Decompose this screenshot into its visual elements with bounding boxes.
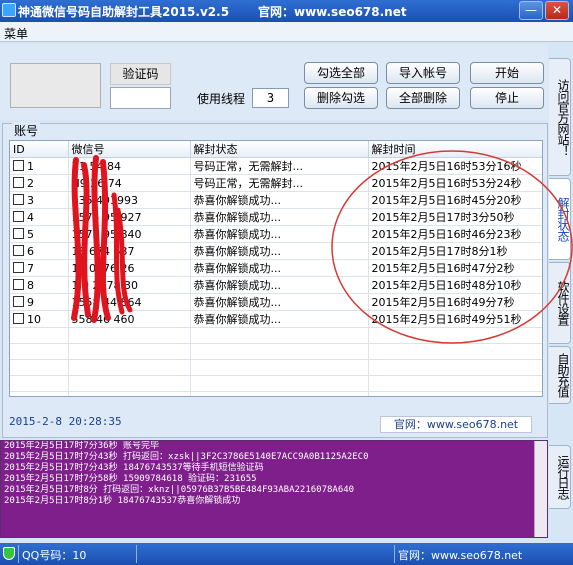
column-header-time[interactable]: 解封时间 bbox=[368, 141, 542, 158]
column-header-id[interactable]: ID bbox=[10, 141, 69, 158]
log-line: 2015年2月5日17时7分43秒 打码返回：xzsk||3F2C3786E51… bbox=[4, 452, 369, 462]
window-title: 神通微信号码自助解封工具2015.v2.5 bbox=[18, 5, 230, 19]
table-row-empty bbox=[10, 375, 542, 392]
delete-all-button[interactable]: 全部删除 bbox=[386, 87, 460, 109]
threads-label: 使用线程 bbox=[197, 92, 246, 106]
accounts-table[interactable]: ID 微信号 解封状态 解封时间 1 X1 54 84 号码正常，无需解封... 20… bbox=[9, 140, 543, 397]
table-row[interactable]: 5 1575 95 840 恭喜你解锁成功... 2015年2月5日16时46分23秒 bbox=[10, 225, 542, 243]
stop-button[interactable]: 停止 bbox=[470, 87, 544, 109]
column-header-status[interactable]: 解封状态 bbox=[190, 141, 369, 158]
table-row-empty bbox=[10, 359, 542, 376]
table-row[interactable]: 4 1575 95 927 恭喜你解锁成功... 2015年2月5日17时3分50秒 bbox=[10, 208, 542, 226]
row-checkbox[interactable] bbox=[13, 176, 24, 188]
accounts-group-title: 账号 bbox=[12, 122, 41, 139]
table-header-row: ID 微信号 解封状态 解封时间 bbox=[10, 141, 542, 158]
table-row[interactable]: 9 1558 44 864 恭喜你解锁成功... 2015年2月5日16时49分7秒 bbox=[10, 293, 542, 311]
threads-input[interactable]: 3 bbox=[252, 88, 289, 108]
table-row[interactable]: 10 558 46 460 恭喜你解锁成功... 2015年2月5日16时49分51秒 bbox=[10, 310, 542, 328]
row-checkbox[interactable] bbox=[13, 312, 24, 324]
tab-visit-site[interactable]: 访问官方网站！ bbox=[549, 58, 571, 176]
close-button[interactable]: ✕ bbox=[545, 1, 569, 20]
table-row[interactable]: 6 18 674 537 恭喜你解锁成功... 2015年2月5日17时8分1秒 bbox=[10, 242, 542, 260]
table-row[interactable]: 3 135 493993 恭喜你解锁成功... 2015年2月5日16时45分20秒 bbox=[10, 191, 542, 209]
captcha-image bbox=[10, 63, 101, 108]
table-row[interactable]: 7 18 0476 26 恭喜你解锁成功... 2015年2月5日16时47分2秒 bbox=[10, 259, 542, 277]
qq-number: QQ号码：10 bbox=[22, 549, 87, 562]
log-line: 2015年2月5日17时7分36秒 账号完毕 bbox=[4, 441, 160, 451]
status-divider bbox=[394, 545, 395, 563]
row-checkbox[interactable] bbox=[13, 278, 24, 290]
status-divider bbox=[136, 545, 137, 563]
start-button[interactable]: 开始 bbox=[470, 62, 544, 84]
table-row-empty bbox=[10, 391, 542, 396]
status-divider bbox=[18, 545, 19, 563]
log-line: 2015年2月5日17时7分43秒 18476743537等待手机短信验证码 bbox=[4, 463, 264, 473]
footer-site[interactable]: 官网：www.seo678.net bbox=[398, 547, 522, 563]
title-site-label: 官网：www.seo678.net bbox=[258, 5, 407, 19]
app-icon bbox=[2, 3, 16, 17]
row-checkbox[interactable] bbox=[13, 295, 24, 307]
table-row[interactable]: 1 X1 54 84 号码正常，无需解封... 2015年2月5日16时53分16秒 bbox=[10, 157, 542, 175]
log-scrollbar[interactable] bbox=[534, 441, 547, 537]
row-checkbox[interactable] bbox=[13, 227, 24, 239]
tab-run-log[interactable]: 运行日志 bbox=[549, 445, 571, 509]
row-checkbox[interactable] bbox=[13, 261, 24, 273]
run-log[interactable]: 2015年2月5日17时7分36秒 账号完毕 2015年2月5日17时7分43秒… bbox=[0, 440, 548, 538]
menu-bar bbox=[0, 22, 573, 42]
official-site-link[interactable]: 官网：www.seo678.net bbox=[380, 416, 532, 433]
captcha-label: 验证码 bbox=[110, 63, 171, 85]
current-datetime: 2015-2-8 20:28:35 bbox=[9, 415, 122, 428]
table-row-empty bbox=[10, 343, 542, 360]
import-accounts-button[interactable]: 导入帐号 bbox=[386, 62, 460, 84]
title-bar[interactable]: 神通微信号码自助解封工具2015.v2.5 官网：www.seo678.net bbox=[0, 0, 573, 22]
tab-settings[interactable]: 软件设置 bbox=[549, 262, 571, 344]
table-row[interactable]: 81 0 2778 30 恭喜你解锁成功... 2015年2月5日16时48分10秒 bbox=[10, 276, 542, 294]
row-checkbox[interactable] bbox=[13, 210, 24, 222]
tab-unlock-status[interactable]: 解封状态 bbox=[549, 178, 571, 260]
row-checkbox[interactable] bbox=[13, 159, 24, 171]
shield-icon bbox=[3, 547, 15, 560]
select-all-button[interactable]: 勾选全部 bbox=[304, 62, 378, 84]
log-line: 2015年2月5日17时8分1秒 18476743537恭喜你解锁成功 bbox=[4, 496, 241, 506]
menu-item-main[interactable]: 菜单 bbox=[4, 25, 28, 42]
table-row[interactable]: 2 H9 26 74 号码正常，无需解封... 2015年2月5日16时53分24秒 bbox=[10, 174, 542, 192]
row-checkbox[interactable] bbox=[13, 244, 24, 256]
row-checkbox[interactable] bbox=[13, 193, 24, 205]
status-bar: QQ号码：10 官网：www.seo678.net bbox=[0, 543, 573, 565]
captcha-input[interactable] bbox=[110, 87, 171, 109]
log-line: 2015年2月5日17时8分 打码返回：xknz||05976B37B5BE48… bbox=[4, 485, 355, 495]
minimize-button[interactable]: — bbox=[519, 1, 543, 20]
log-line: 2015年2月5日17时7分58秒 15909784618 验证码：231655 bbox=[4, 474, 257, 484]
table-row-empty bbox=[10, 327, 542, 344]
tab-recharge[interactable]: 自助充值 bbox=[549, 346, 571, 404]
column-header-wechat[interactable]: 微信号 bbox=[68, 141, 191, 158]
deselect-button[interactable]: 删除勾选 bbox=[304, 87, 378, 109]
